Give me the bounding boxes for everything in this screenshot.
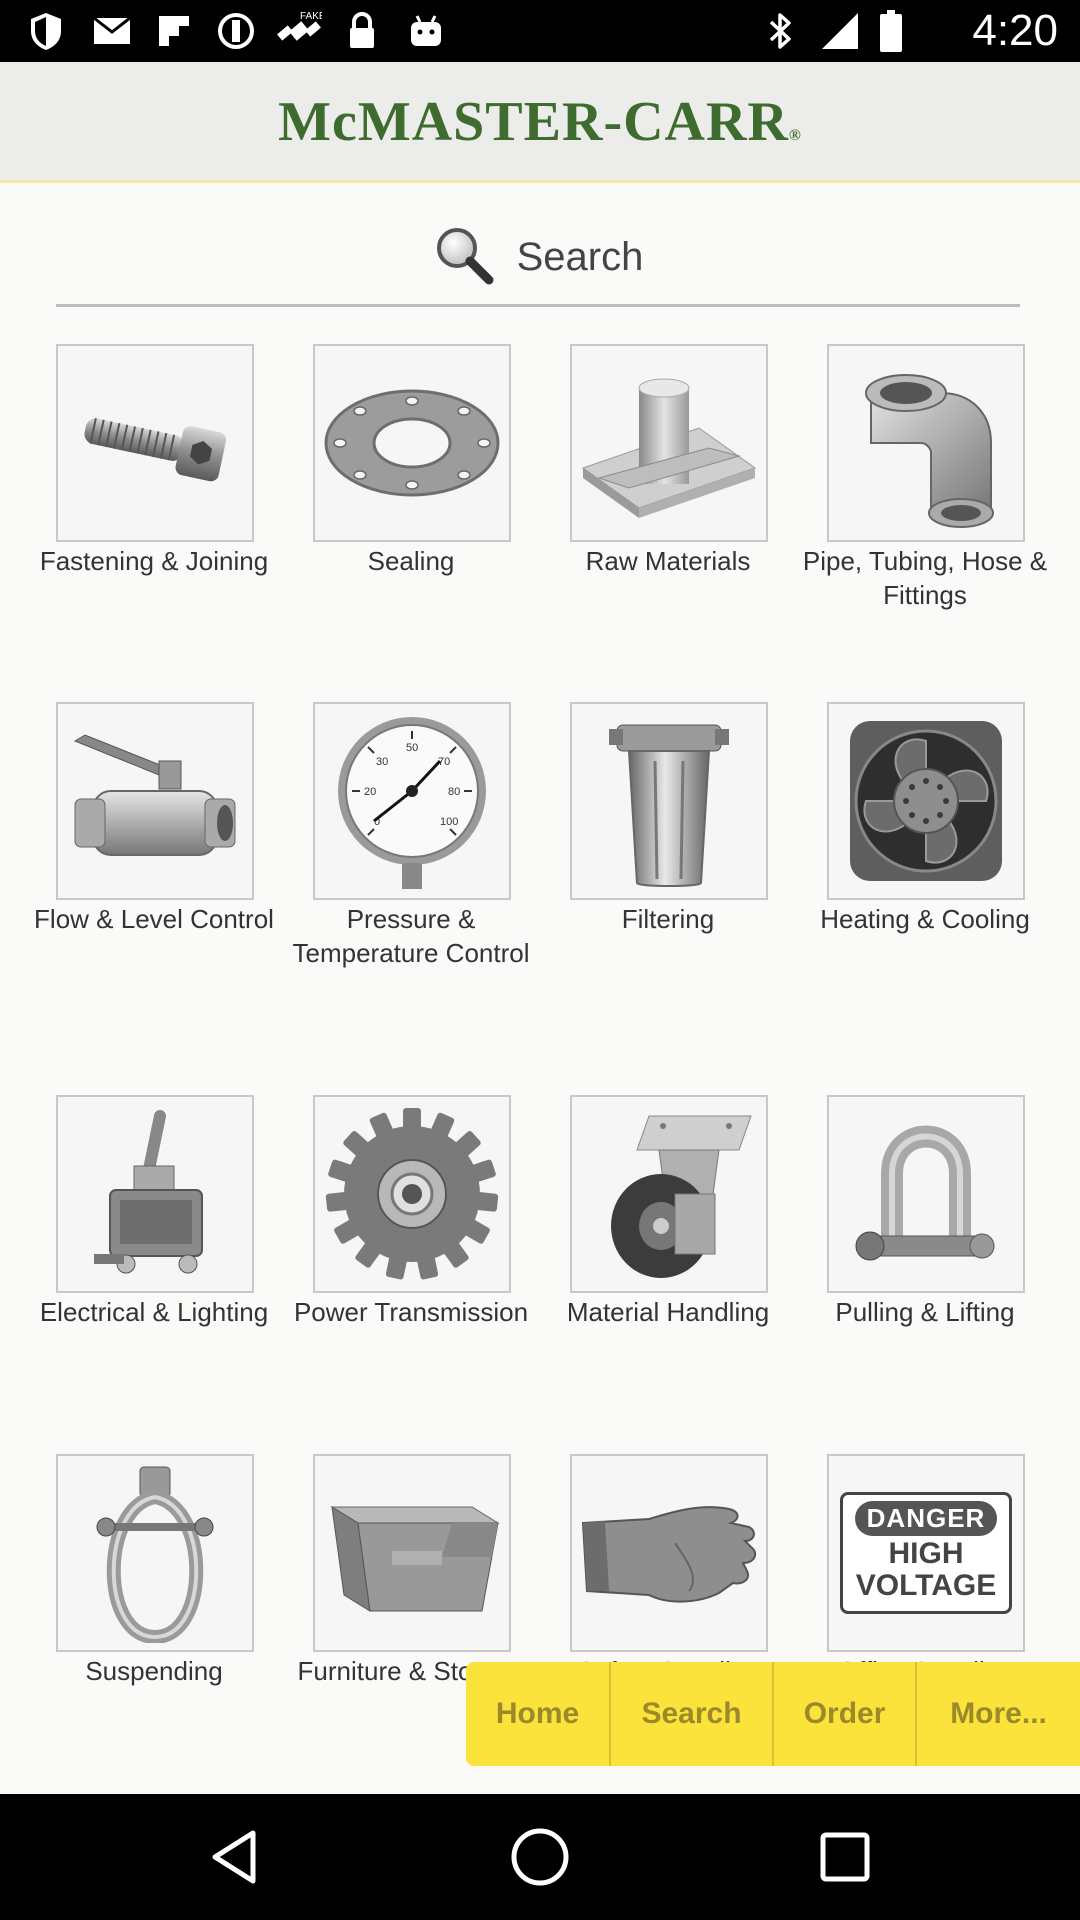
bluetooth-icon [762, 10, 798, 52]
category-material-handling[interactable]: Material Handling [567, 1095, 769, 1327]
flipboard-icon [154, 10, 194, 52]
category-furniture-storage[interactable]: Furniture & Storage [298, 1454, 524, 1686]
category-pipe-tubing-hose[interactable]: Pipe, Tubing, Hose & Fittings [803, 344, 1047, 610]
tab-search[interactable]: Search [611, 1662, 774, 1766]
caster-wheel-icon [570, 1095, 768, 1293]
search-field[interactable]: Search [56, 210, 1020, 307]
glove-icon [570, 1454, 768, 1652]
category-suspending[interactable]: Suspending [56, 1454, 254, 1686]
category-filtering[interactable]: Filtering [570, 702, 768, 934]
android-icon [404, 10, 448, 52]
category-label: Raw Materials [585, 546, 751, 576]
category-label: Fastening & Joining [39, 546, 269, 576]
status-time: 4:20 [972, 6, 1058, 55]
gmail-icon [90, 10, 134, 52]
category-label: Flow & Level Control [34, 904, 274, 934]
category-label: Heating & Cooling [820, 904, 1030, 934]
pipe-elbow-icon [827, 344, 1025, 542]
danger-sign-line1: HIGH [888, 1537, 964, 1570]
brand-logo[interactable]: McMASTER-CARR® [0, 90, 1080, 154]
category-flow-level-control[interactable]: Flow & Level Control [34, 702, 274, 934]
category-label: Electrical & Lighting [39, 1297, 269, 1327]
signal-icon [818, 10, 862, 52]
battery-icon [876, 10, 906, 52]
storage-bin-icon [313, 1454, 511, 1652]
category-raw-materials[interactable]: Raw Materials [570, 344, 768, 576]
category-electrical-lighting[interactable]: Electrical & Lighting [40, 1095, 268, 1327]
tab-more[interactable]: More... [917, 1662, 1080, 1766]
bolt-icon [56, 344, 254, 542]
pressure-gauge-icon: 0 20 30 50 70 80 100 [313, 702, 511, 900]
toggle-switch-icon [56, 1095, 254, 1293]
category-power-transmission[interactable]: Power Transmission [294, 1095, 528, 1327]
search-label: Search [516, 234, 644, 279]
svg-text:20: 20 [364, 786, 376, 798]
tab-home[interactable]: Home [466, 1662, 612, 1766]
bottom-tab-bar: Home Search Order More... [466, 1662, 1080, 1766]
danger-sign-header: DANGER [854, 1501, 998, 1536]
recents-icon[interactable] [810, 1822, 880, 1892]
category-pressure-temperature[interactable]: 0 20 30 50 70 80 100 Pressure & Temperature Co… [293, 702, 530, 968]
gasket-icon [313, 344, 511, 542]
category-label: Power Transmission [293, 1297, 529, 1327]
home-circle-icon[interactable] [505, 1822, 575, 1892]
svg-text:100: 100 [440, 816, 458, 828]
filter-housing-icon [570, 702, 768, 900]
shield-icon [24, 10, 68, 52]
fake-gps-icon: FAKE [274, 10, 324, 52]
raw-materials-icon [570, 344, 768, 542]
sprocket-icon [313, 1095, 511, 1293]
circle-icon [214, 10, 258, 52]
search-icon [433, 224, 495, 291]
fan-icon [827, 702, 1025, 900]
svg-text:50: 50 [406, 742, 418, 754]
category-pulling-lifting[interactable]: Pulling & Lifting [827, 1095, 1025, 1327]
category-sealing[interactable]: Sealing [313, 344, 511, 576]
system-nav-bar [0, 1794, 1080, 1920]
svg-text:80: 80 [448, 786, 460, 798]
app-header: McMASTER-CARR® [0, 62, 1080, 183]
category-label: Sealing [367, 546, 455, 576]
category-heating-cooling[interactable]: Heating & Cooling [820, 702, 1030, 934]
svg-text:30: 30 [376, 756, 388, 768]
danger-sign-line2: VOLTAGE [855, 1569, 997, 1602]
category-label: Pulling & Lifting [835, 1297, 1015, 1327]
category-label: Filtering [621, 904, 715, 934]
pipe-hanger-icon [56, 1454, 254, 1652]
category-label: Pipe, Tubing, Hose & Fittings [802, 546, 1048, 610]
category-label: Suspending [85, 1656, 223, 1686]
danger-sign-icon: DANGER HIGH VOLTAGE [827, 1454, 1025, 1652]
category-safety-supplies[interactable]: Safety Supplies [570, 1454, 768, 1686]
category-label: Pressure & Temperature Control [292, 904, 530, 968]
category-label: Material Handling [566, 1297, 770, 1327]
shackle-icon [827, 1095, 1025, 1293]
category-office-supplies[interactable]: DANGER HIGH VOLTAGE Office Supplies [827, 1454, 1025, 1686]
tab-order[interactable]: Order [774, 1662, 918, 1766]
back-icon[interactable] [200, 1822, 270, 1892]
lock-icon [344, 10, 380, 52]
ball-valve-icon [56, 702, 254, 900]
category-fastening-joining[interactable]: Fastening & Joining [40, 344, 268, 576]
status-bar: FAKE 4:20 [0, 0, 1080, 62]
svg-text:FAKE: FAKE [300, 11, 322, 22]
